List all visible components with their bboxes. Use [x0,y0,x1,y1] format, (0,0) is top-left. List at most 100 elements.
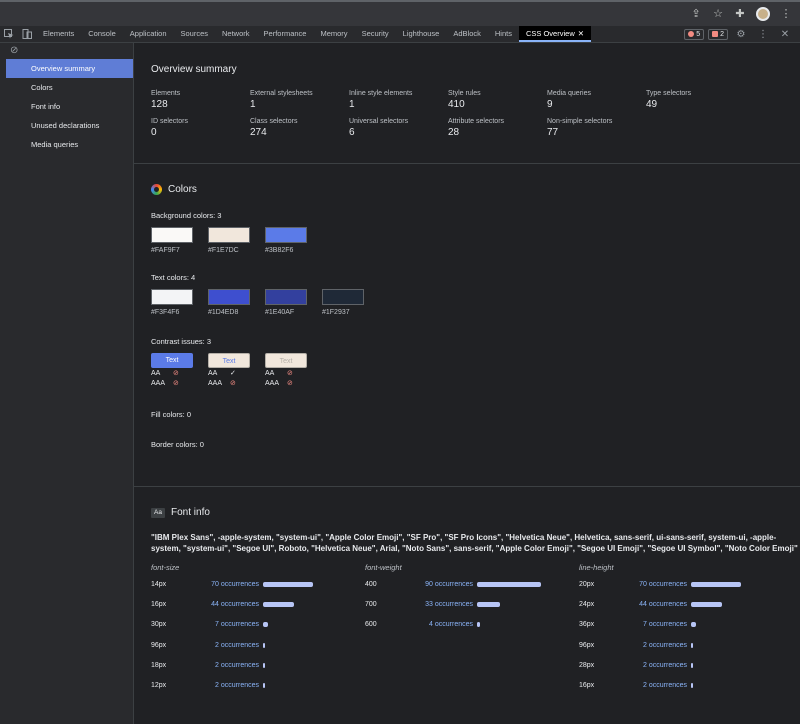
contrast-preview[interactable]: Text [265,353,307,368]
occurrences-link[interactable]: 44 occurrences [195,601,263,608]
occurrences-link[interactable]: 7 occurrences [623,621,691,628]
extensions-puzzle-icon[interactable]: ✚ [734,8,746,20]
tab-hints[interactable]: Hints [488,26,519,42]
tab-css-overview[interactable]: CSS Overview ✕ [518,26,592,42]
swatch-color[interactable] [208,227,250,243]
tab-lighthouse[interactable]: Lighthouse [396,26,447,42]
contrast-issue[interactable]: Text AA ✓ AAA ⊘ [208,353,250,388]
metric-row: 600 4 occurrences [365,615,579,635]
tab-network[interactable]: Network [215,26,257,42]
occurrences-link[interactable]: 44 occurrences [623,601,691,608]
tab-elements[interactable]: Elements [36,26,81,42]
metric-value: 400 [365,580,377,588]
swatch-color[interactable] [265,227,307,243]
metric-heading: line-height [579,563,614,572]
occurrences-link[interactable]: 2 occurrences [623,682,691,689]
contrast-issue[interactable]: Text AA ⊘ AAA ⊘ [151,353,193,388]
close-devtools-icon[interactable]: ✕ [776,26,794,42]
bookmark-star-icon[interactable]: ☆ [712,8,724,20]
color-swatch[interactable]: #FAF9F7 [151,227,193,254]
swatch-color[interactable] [151,289,193,305]
device-toolbar-icon[interactable] [18,26,36,42]
inspect-element-icon[interactable] [0,26,18,42]
share-icon[interactable]: ⇪ [690,8,702,20]
contrast-aaa-row: AAA ⊘ [208,379,250,388]
occurrences-link[interactable]: 2 occurrences [195,662,263,669]
color-swatch[interactable]: #1D4ED8 [208,289,250,316]
clear-overview-icon[interactable]: ⊘ [0,43,133,59]
tab-adblock[interactable]: AdBlock [446,26,488,42]
metric-row: 24px 44 occurrences [579,594,793,614]
metric-row: 30px 7 occurrences [151,615,365,635]
more-options-icon[interactable]: ⋮ [754,26,772,42]
contrast-issue[interactable]: Text AA ⊘ AAA ⊘ [265,353,307,388]
stat-id-selectors: ID selectors 0 [151,118,250,138]
swatch-color[interactable] [208,289,250,305]
metric-value: 14px [151,580,167,588]
settings-gear-icon[interactable]: ⚙ [732,26,750,42]
contrast-issues: Text AA ⊘ AAA ⊘ Text AA ✓ AAA ⊘ Text AA ⊘ AAA ⊘ [151,353,800,388]
colors-section: Colors Background colors: 3 #FAF9F7 #F1E7… [134,164,800,487]
browser-menu-icon[interactable]: ⋮ [780,8,792,20]
occurrences-link[interactable]: 2 occurrences [623,662,691,669]
contrast-aa-row: AA ✓ [208,369,250,378]
metric-value: 12px [151,682,167,690]
occurrences-link[interactable]: 4 occurrences [409,621,477,628]
css-overview-sidebar: ⊘ Overview summary Colors Font info Unused … [0,43,134,724]
sidebar-item-font-info[interactable]: Font info [6,97,133,116]
issues-count-badge[interactable]: 2 [708,28,728,40]
occurrences-link[interactable]: 70 occurrences [195,581,263,588]
occurrences-link[interactable]: 2 occurrences [623,642,691,649]
occurrences-link[interactable]: 90 occurrences [409,581,477,588]
occurrences-link[interactable]: 33 occurrences [409,601,477,608]
stat-value: 9 [547,99,553,110]
colors-title: Colors [168,184,197,195]
tab-performance[interactable]: Performance [257,26,314,42]
occurrences-link[interactable]: 2 occurrences [195,682,263,689]
occurrence-bar [691,662,693,668]
color-swatch[interactable]: #F1E7DC [208,227,250,254]
contrast-level-label: AA [151,370,161,377]
tab-security[interactable]: Security [355,26,396,42]
swatch-color[interactable] [322,289,364,305]
occurrences-link[interactable]: 7 occurrences [195,621,263,628]
tab-console[interactable]: Console [81,26,123,42]
devtools-tabbar: Elements Console Application Sources Network… [0,26,800,43]
contrast-level-label: AA [265,370,275,377]
contrast-preview[interactable]: Text [151,353,193,368]
contrast-aaa-row: AAA ⊘ [265,379,307,388]
font-info-icon: Aa [151,507,165,518]
stat-value: 1 [250,99,256,110]
stat-label: Inline style elements [349,90,413,97]
sidebar-item-overview-summary[interactable]: Overview summary [6,59,133,78]
tab-sources[interactable]: Sources [174,26,216,42]
stat-value: 410 [448,99,465,110]
color-swatch[interactable]: #1F2937 [322,289,364,316]
sidebar-item-colors[interactable]: Colors [6,78,133,97]
color-swatch[interactable]: #1E40AF [265,289,307,316]
swatch-color[interactable] [151,227,193,243]
devtools-tabs: Elements Console Application Sources Network… [36,26,592,42]
color-swatch[interactable]: #F3F4F6 [151,289,193,316]
contrast-preview[interactable]: Text [208,353,250,368]
occurrence-bar [263,622,268,628]
error-count-badge[interactable]: 5 [684,28,705,40]
css-overview-main: Overview summary Elements 128 External sty… [134,43,800,724]
close-tab-icon[interactable]: ✕ [578,29,584,38]
stat-value: 6 [349,127,355,138]
metric-row: 96px 2 occurrences [151,635,365,655]
fail-circle-icon: ⊘ [287,370,293,377]
occurrences-link[interactable]: 70 occurrences [623,581,691,588]
metric-row: 20px 70 occurrences [579,574,793,594]
metric-value: 24px [579,600,595,608]
profile-avatar[interactable] [756,7,770,21]
contrast-level-label: AAA [208,380,223,387]
tab-memory[interactable]: Memory [313,26,354,42]
sidebar-item-unused-declarations[interactable]: Unused declarations [6,116,133,135]
swatch-color[interactable] [265,289,307,305]
tab-application[interactable]: Application [123,26,174,42]
color-swatch[interactable]: #3B82F6 [265,227,307,254]
border-colors-label: Border colors: 0 [151,440,204,449]
sidebar-item-media-queries[interactable]: Media queries [6,135,133,154]
occurrences-link[interactable]: 2 occurrences [195,642,263,649]
